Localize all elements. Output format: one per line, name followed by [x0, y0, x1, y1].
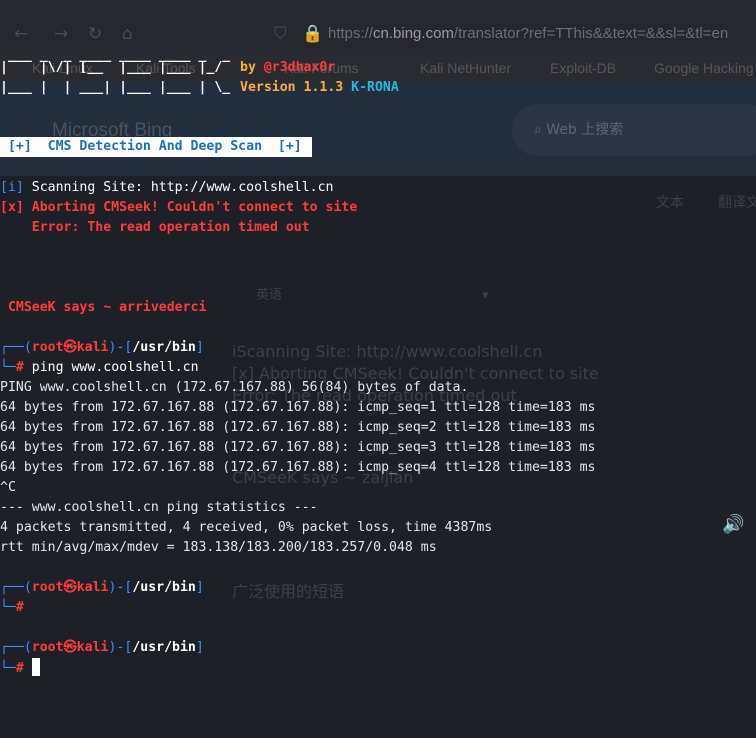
- prompt-path: /usr/bin: [132, 640, 196, 655]
- version-text: Version 1.1.3: [240, 80, 344, 95]
- command-line: └─#: [0, 600, 24, 615]
- cms-detection-banner: [+] CMS Detection And Deep Scan [+]: [0, 137, 312, 157]
- edition-text: K-RONA: [351, 80, 399, 95]
- ascii-art-line-3: |___ | | ___| |___ |___ | \_: [0, 80, 231, 95]
- prompt-path: /usr/bin: [132, 340, 196, 355]
- command-text: ping www.coolshell.cn: [31, 360, 199, 375]
- scanning-text: Scanning Site: http://www.coolshell.cn: [23, 180, 334, 195]
- ping-output-line: 4 packets transmitted, 4 received, 0% pa…: [0, 520, 493, 535]
- info-tag: [i]: [0, 180, 24, 195]
- cmseek-author-line: by @r3dhax0r: [240, 58, 335, 78]
- ping-output-line: 64 bytes from 172.67.167.88 (172.67.167.…: [0, 400, 596, 415]
- ping-output-line: 64 bytes from 172.67.167.88 (172.67.167.…: [0, 440, 596, 455]
- command-line: └─# ping www.coolshell.cn: [0, 360, 199, 375]
- prompt-line: ┌──(root㉿kali)-[/usr/bin]: [0, 580, 204, 595]
- prompt-line: ┌──(root㉿kali)-[/usr/bin]: [0, 640, 204, 655]
- prompt-host: kali: [76, 340, 109, 355]
- terminal-window[interactable]: ___ _ _ ____ ____ ____ _ _ | |\/| [__ |_…: [0, 0, 756, 738]
- prompt-line: ┌──(root㉿kali)-[/usr/bin]: [0, 340, 204, 355]
- prompt-user: root: [31, 340, 64, 355]
- abort-line: [x] Aborting CMSeek! Couldn't connect to…: [0, 198, 357, 218]
- prompt-host: kali: [76, 580, 109, 595]
- by-label: by: [240, 60, 256, 75]
- error-detail-line: Error: The read operation timed out: [0, 220, 310, 235]
- prompt-user: root: [31, 640, 64, 655]
- active-command-line[interactable]: └─#: [0, 658, 40, 678]
- author-handle: @r3dhax0r: [263, 60, 336, 75]
- error-tag: [x]: [0, 200, 24, 215]
- scanning-line: [i] Scanning Site: http://www.coolshell.…: [0, 178, 333, 198]
- ascii-art-line-2: | |\/| [__ |___ |___ |_/: [0, 60, 231, 75]
- cmseek-says-line: CMSeeK says ~ arrivederci: [0, 300, 207, 315]
- prompt-path: /usr/bin: [132, 580, 196, 595]
- abort-text: Aborting CMSeek! Couldn't connect to sit…: [23, 200, 358, 215]
- prompt-at-icon: ㉿: [63, 580, 77, 595]
- prompt-at-icon: ㉿: [63, 340, 77, 355]
- ping-output-line: 64 bytes from 172.67.167.88 (172.67.167.…: [0, 420, 596, 435]
- text-cursor[interactable]: [31, 658, 40, 676]
- prompt-user: root: [31, 580, 64, 595]
- cmseek-version-line: Version 1.1.3 K-RONA: [240, 78, 399, 98]
- ping-output-line: ^C: [0, 480, 16, 495]
- ping-output-line: 64 bytes from 172.67.167.88 (172.67.167.…: [0, 460, 596, 475]
- prompt-at-icon: ㉿: [63, 640, 77, 655]
- ping-output-line: PING www.coolshell.cn (172.67.167.88) 56…: [0, 380, 469, 395]
- prompt-host: kali: [76, 640, 109, 655]
- ping-output-line: --- www.coolshell.cn ping statistics ---: [0, 500, 318, 515]
- ping-output-line: rtt min/avg/max/mdev = 183.138/183.200/1…: [0, 540, 437, 555]
